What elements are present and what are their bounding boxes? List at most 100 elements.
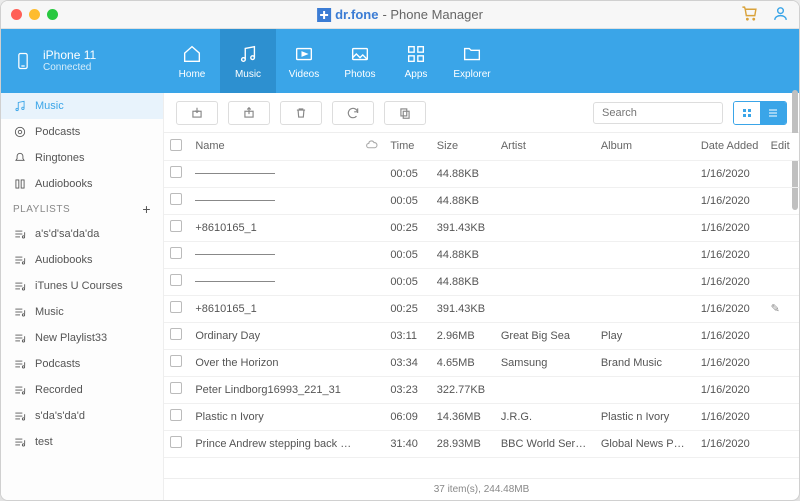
cell-name: Ordinary Day [189, 322, 359, 349]
cell-album: Plastic n Ivory [595, 403, 695, 430]
cart-icon[interactable] [741, 5, 758, 25]
view-toggle [733, 101, 787, 125]
header-artist[interactable]: Artist [495, 133, 595, 160]
export-button[interactable] [228, 101, 270, 125]
table-row[interactable]: 00:0544.88KB1/16/2020 [164, 241, 799, 268]
cell-size: 44.88KB [431, 187, 495, 214]
playlist-label: Recorded [35, 384, 83, 396]
window-controls [11, 9, 58, 20]
cell-time: 31:40 [384, 430, 430, 457]
maximize-window-button[interactable] [47, 9, 58, 20]
row-checkbox[interactable] [170, 301, 182, 313]
header-cloud[interactable] [359, 133, 384, 160]
cell-name: Plastic n Ivory [189, 403, 359, 430]
table-row[interactable]: Prince Andrew stepping back fro...31:402… [164, 430, 799, 457]
table-row[interactable]: Over the Horizon03:344.65MBSamsungBrand … [164, 349, 799, 376]
header-size[interactable]: Size [431, 133, 495, 160]
track-table: Name Time Size Artist Album Date Added E… [164, 133, 799, 458]
header-date[interactable]: Date Added [695, 133, 765, 160]
row-checkbox[interactable] [170, 274, 182, 286]
row-checkbox[interactable] [170, 193, 182, 205]
cell-artist [495, 187, 595, 214]
sidebar: MusicPodcastsRingtonesAudiobooksPLAYLIST… [1, 93, 164, 500]
playlist-item[interactable]: test [1, 429, 163, 455]
playlist-item[interactable]: iTunes U Courses [1, 273, 163, 299]
search-input[interactable] [593, 102, 723, 124]
device-info[interactable]: iPhone 11 Connected [1, 29, 164, 93]
header-name[interactable]: Name [189, 133, 359, 160]
nav-videos[interactable]: Videos [276, 29, 332, 93]
playlist-item[interactable]: Audiobooks [1, 247, 163, 273]
cell-name: +8610165_1 [189, 295, 359, 322]
table-row[interactable]: Plastic n Ivory06:0914.36MBJ.R.G.Plastic… [164, 403, 799, 430]
cell-size: 44.88KB [431, 160, 495, 187]
table-row[interactable]: 00:0544.88KB1/16/2020 [164, 187, 799, 214]
row-checkbox[interactable] [170, 220, 182, 232]
header-edit[interactable]: Edit [765, 133, 799, 160]
row-checkbox[interactable] [170, 436, 182, 448]
playlist-item[interactable]: Music [1, 299, 163, 325]
sidebar-item-ringtones[interactable]: Ringtones [1, 145, 163, 171]
cell-date: 1/16/2020 [695, 295, 765, 322]
cell-album [595, 214, 695, 241]
cell-album [595, 376, 695, 403]
cell-date: 1/16/2020 [695, 403, 765, 430]
cell-date: 1/16/2020 [695, 268, 765, 295]
nav-home[interactable]: Home [164, 29, 220, 93]
cell-name: +8610165_1 [189, 214, 359, 241]
playlist-item[interactable]: Podcasts [1, 351, 163, 377]
minimize-window-button[interactable] [29, 9, 40, 20]
cell-date: 1/16/2020 [695, 349, 765, 376]
cell-album: Brand Music [595, 349, 695, 376]
playlist-item[interactable]: s'da's'da'd [1, 403, 163, 429]
table-row[interactable]: Peter Lindborg16993_221_3103:23322.77KB1… [164, 376, 799, 403]
table-row[interactable]: 00:0544.88KB1/16/2020 [164, 268, 799, 295]
header-album[interactable]: Album [595, 133, 695, 160]
add-playlist-button[interactable]: + [142, 201, 151, 217]
track-table-wrap[interactable]: Name Time Size Artist Album Date Added E… [164, 133, 799, 478]
header-time[interactable]: Time [384, 133, 430, 160]
table-row[interactable]: Ordinary Day03:112.96MBGreat Big SeaPlay… [164, 322, 799, 349]
cell-size: 322.77KB [431, 376, 495, 403]
playlist-item[interactable]: Recorded [1, 377, 163, 403]
refresh-button[interactable] [332, 101, 374, 125]
cell-time: 00:25 [384, 295, 430, 322]
user-icon[interactable] [772, 5, 789, 25]
playlist-item[interactable]: New Playlist33 [1, 325, 163, 351]
toolbar [164, 93, 799, 133]
cell-artist [495, 160, 595, 187]
table-row[interactable]: 00:0544.88KB1/16/2020 [164, 160, 799, 187]
cell-size: 28.93MB [431, 430, 495, 457]
grid-view-button[interactable] [734, 102, 760, 124]
close-window-button[interactable] [11, 9, 22, 20]
cell-name [189, 187, 359, 214]
main-panel: Name Time Size Artist Album Date Added E… [164, 93, 799, 500]
row-checkbox[interactable] [170, 166, 182, 178]
row-checkbox[interactable] [170, 247, 182, 259]
cell-album [595, 187, 695, 214]
import-button[interactable] [176, 101, 218, 125]
dedupe-button[interactable] [384, 101, 426, 125]
row-checkbox[interactable] [170, 409, 182, 421]
header-checkbox[interactable] [164, 133, 189, 160]
edit-icon[interactable]: ✎ [771, 303, 780, 315]
playlist-item[interactable]: a's'd'sa'da'da [1, 221, 163, 247]
sidebar-item-podcasts[interactable]: Podcasts [1, 119, 163, 145]
table-row[interactable]: +8610165_100:25391.43KB1/16/2020✎ [164, 295, 799, 322]
nav-apps[interactable]: Apps [388, 29, 444, 93]
cell-artist [495, 376, 595, 403]
list-view-button[interactable] [760, 102, 786, 124]
row-checkbox[interactable] [170, 355, 182, 367]
playlist-label: Music [35, 306, 64, 318]
nav-explorer[interactable]: Explorer [444, 29, 500, 93]
nav-label: Music [235, 69, 261, 80]
titlebar: dr.fone - Phone Manager [1, 1, 799, 29]
row-checkbox[interactable] [170, 382, 182, 394]
delete-button[interactable] [280, 101, 322, 125]
table-row[interactable]: +8610165_100:25391.43KB1/16/2020 [164, 214, 799, 241]
nav-music[interactable]: Music [220, 29, 276, 93]
sidebar-item-audiobooks[interactable]: Audiobooks [1, 171, 163, 197]
row-checkbox[interactable] [170, 328, 182, 340]
nav-photos[interactable]: Photos [332, 29, 388, 93]
sidebar-item-music[interactable]: Music [1, 93, 163, 119]
